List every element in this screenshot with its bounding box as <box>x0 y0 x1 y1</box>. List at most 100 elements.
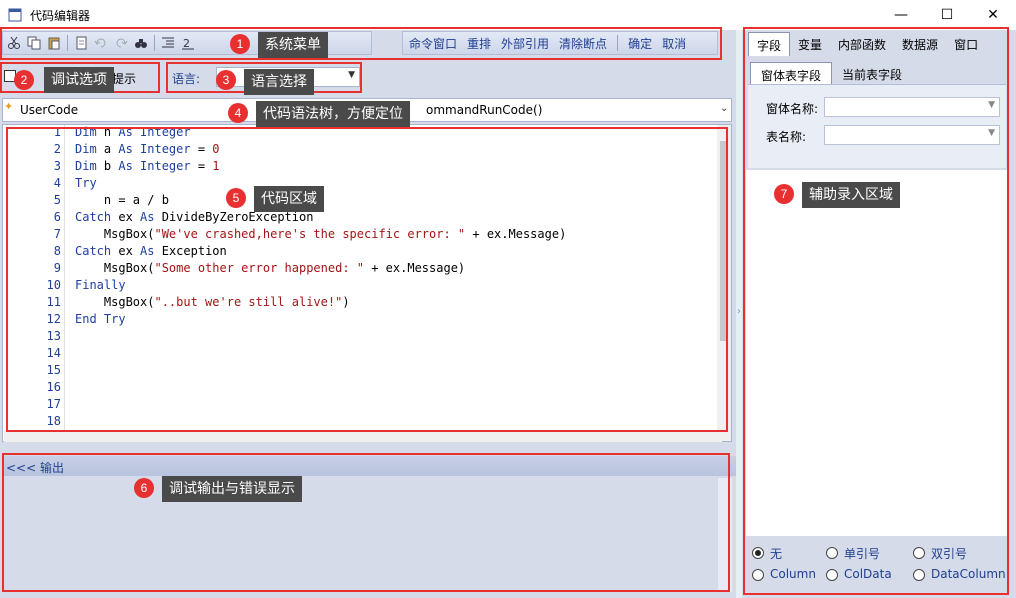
code-line[interactable]: MsgBox("..but we're still alive!") <box>75 295 350 309</box>
find-icon[interactable] <box>134 36 148 50</box>
output-toggle[interactable]: <<< 输出 <box>6 459 64 476</box>
code-line[interactable]: n = a / b <box>75 193 169 207</box>
table-name-select[interactable]: ▼ <box>824 125 1000 145</box>
annotation-badge-3: 3 <box>216 70 236 90</box>
code-line[interactable]: MsgBox("Some other error happened: " + e… <box>75 261 465 275</box>
line-number: 8 <box>53 244 61 258</box>
radio-column[interactable] <box>752 569 764 581</box>
radio-single-quote[interactable] <box>826 547 838 559</box>
code-line[interactable]: Dim b As Integer = 1 <box>75 159 220 173</box>
line-number: 12 <box>46 312 61 326</box>
code-token: = <box>190 159 213 173</box>
chevron-down-icon[interactable]: ⌄ <box>720 103 728 114</box>
radio-datacolumn-label: DataColumn <box>931 567 1006 581</box>
code-line[interactable]: Dim a As Integer = 0 <box>75 142 220 156</box>
string-token: 1 <box>212 159 220 173</box>
scrollbar-thumb[interactable] <box>720 141 728 341</box>
code-editor-window: 代码编辑器 — ☐ ✕ 2 命令窗口 重排 外部引用 清除断点 确定 取消 加 … <box>0 0 1016 598</box>
tab-fields[interactable]: 字段 <box>748 32 791 56</box>
radio-none-label: 无 <box>770 547 783 561</box>
code-token: + ex.Message) <box>364 261 466 275</box>
line-number: 11 <box>46 295 61 309</box>
radio-none[interactable] <box>752 547 764 559</box>
code-line[interactable]: End Try <box>75 312 126 326</box>
subtab-form-fields[interactable]: 窗体表字段 <box>750 62 833 84</box>
cancel-button[interactable]: 取消 <box>662 35 686 52</box>
cut-icon[interactable] <box>7 36 21 50</box>
tab-datasource[interactable]: 数据源 <box>894 32 946 56</box>
assist-tabs: 字段 变量 内部函数 数据源 窗口 <box>748 32 1006 56</box>
form-name-select[interactable]: ▼ <box>824 97 1000 117</box>
hint-option-label: 提示 <box>112 72 137 86</box>
code-line[interactable]: MsgBox("We've crashed,here's the specifi… <box>75 227 566 241</box>
assist-input-area[interactable] <box>746 170 1008 536</box>
class-icon: ✦ <box>4 100 14 113</box>
code-token: n = a / b <box>75 193 169 207</box>
annotation-badge-7: 7 <box>774 184 794 204</box>
output-vertical-scrollbar[interactable] <box>718 478 732 592</box>
window-title: 代码编辑器 <box>30 9 91 23</box>
annotation-badge-4: 4 <box>228 103 248 123</box>
new-document-icon[interactable] <box>74 36 88 50</box>
chevron-right-icon[interactable]: › <box>737 306 741 317</box>
code-token: DivideByZeroException <box>161 210 314 224</box>
code-line[interactable]: Dim n As Integer <box>75 125 191 139</box>
close-button[interactable]: ✕ <box>970 0 1016 30</box>
ok-button[interactable]: 确定 <box>628 35 652 52</box>
form-name-label: 窗体名称: <box>766 102 819 116</box>
code-horizontal-scrollbar[interactable] <box>4 430 722 442</box>
code-line[interactable]: Finally <box>75 278 126 292</box>
indent-icon[interactable] <box>161 36 175 50</box>
code-editor[interactable]: 1 2 3 4 5 6 7 8 9 10 11 12 13 14 15 16 17 18 Dim n As Int… <box>2 124 732 442</box>
tab-window[interactable]: 窗口 <box>946 32 986 56</box>
code-line[interactable]: Try <box>75 176 97 190</box>
code-token: MsgBox( <box>75 261 155 275</box>
output-area[interactable] <box>2 476 732 594</box>
line-number: 7 <box>53 227 61 241</box>
minimize-button[interactable]: — <box>878 0 924 30</box>
line-number: 6 <box>53 210 61 224</box>
radio-single-quote-label: 单引号 <box>844 547 881 561</box>
chevron-down-icon: ▼ <box>988 100 995 110</box>
keyword-token: Catch <box>75 244 119 258</box>
svg-text:2: 2 <box>183 37 190 50</box>
command-separator <box>617 35 619 51</box>
keyword-token: End Try <box>75 312 126 326</box>
subtab-current-fields[interactable]: 当前表字段 <box>832 62 912 84</box>
radio-double-quote[interactable] <box>913 547 925 559</box>
annotation-tip-2: 调试选项 <box>44 67 114 93</box>
code-token: ) <box>342 295 350 309</box>
keyword-token: Finally <box>75 278 126 292</box>
maximize-button[interactable]: ☐ <box>924 0 970 30</box>
annotation-badge-2: 2 <box>14 70 34 90</box>
string-token: "Some other error happened: " <box>154 261 364 275</box>
syntax-tree-class[interactable]: UserCode <box>20 103 78 117</box>
line-number: 10 <box>46 278 61 292</box>
code-line[interactable]: Catch ex As DivideByZeroException <box>75 210 313 224</box>
external-reference-button[interactable]: 外部引用 <box>501 35 549 52</box>
syntax-tree-member[interactable]: ommandRunCode() <box>426 103 542 117</box>
line-number: 18 <box>46 414 61 428</box>
toolbar-separator <box>154 35 155 51</box>
annotation-tip-1: 系统菜单 <box>258 32 328 58</box>
rearrange-button[interactable]: 重排 <box>467 35 491 52</box>
undo-icon[interactable] <box>94 36 108 50</box>
tab-functions[interactable]: 内部函数 <box>830 32 894 56</box>
radio-coldata[interactable] <box>826 569 838 581</box>
tab-variables[interactable]: 变量 <box>790 32 830 56</box>
code-token: a <box>103 142 119 156</box>
code-token: Exception <box>161 244 227 258</box>
copy-icon[interactable] <box>27 36 41 50</box>
code-token: b <box>103 159 119 173</box>
clear-breakpoints-button[interactable]: 清除断点 <box>559 35 607 52</box>
redo-icon[interactable] <box>114 36 128 50</box>
code-line[interactable]: Catch ex As Exception <box>75 244 227 258</box>
keyword-token: Try <box>75 176 97 190</box>
command-window-button[interactable]: 命令窗口 <box>409 35 457 52</box>
string-token: 0 <box>212 142 220 156</box>
string-token: "We've crashed,here's the specific error… <box>154 227 466 241</box>
code-vertical-scrollbar[interactable] <box>717 125 731 441</box>
outdent-icon[interactable]: 2 <box>181 36 195 50</box>
paste-icon[interactable] <box>47 36 61 50</box>
radio-datacolumn[interactable] <box>913 569 925 581</box>
